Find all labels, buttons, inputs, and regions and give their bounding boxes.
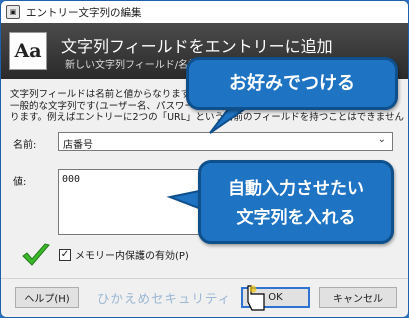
name-value: 店番号: [63, 140, 93, 151]
callout-autofill: 自動入力させたい 文字列を入れる: [198, 160, 394, 244]
name-combobox[interactable]: 店番号 ⌄: [58, 132, 393, 151]
value-label: 値:: [13, 177, 27, 188]
watermark-text: ひかえめセキュリティ: [97, 291, 232, 306]
callout-autofill-line: 文字列を入れる: [236, 208, 356, 228]
chevron-down-icon[interactable]: ⌄: [378, 134, 386, 145]
title-bar: ▣ エントリー文字列の編集: [1, 1, 408, 23]
name-label: 名前:: [13, 140, 37, 151]
help-button[interactable]: ヘルプ(H): [15, 287, 79, 308]
cancel-button[interactable]: キャンセル: [319, 287, 397, 308]
window-title: エントリー文字列の編集: [26, 6, 142, 19]
header-title: 文字列フィールドをエントリーに追加: [61, 37, 333, 56]
callout-optional: お好みでつける: [186, 57, 398, 110]
entry-string-dialog: ▣ エントリー文字列の編集 Aa 文字列フィールドをエントリーに追加 新しい文字…: [0, 0, 409, 318]
description-line: ります。例えばエントリーに2つの「URL」という名前のフィールドを持つことはでき…: [10, 112, 404, 123]
keepass-window-icon: ▣: [6, 5, 20, 19]
footer-divider: [1, 278, 408, 279]
memory-protection-label[interactable]: メモリー内保護の有効(P): [75, 247, 189, 262]
green-check-icon: [22, 243, 50, 266]
callout-autofill-line: 自動入力させたい: [228, 179, 364, 199]
memory-protection-option[interactable]: ✓ メモリー内保護の有効(P): [59, 247, 189, 262]
mouse-pointer-icon: [247, 285, 265, 311]
memory-protection-checkbox[interactable]: ✓: [59, 248, 71, 261]
text-aa-icon: Aa: [9, 32, 47, 70]
